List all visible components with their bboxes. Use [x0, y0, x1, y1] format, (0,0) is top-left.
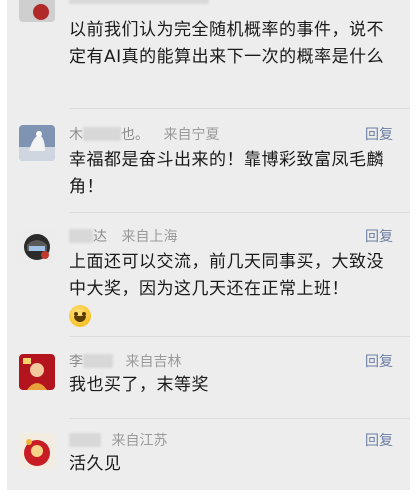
comment-text: 活久见 — [69, 454, 122, 474]
grin-emoji-icon — [69, 305, 91, 327]
location-label: 来自上海 — [121, 229, 178, 245]
comment-meta — [69, 0, 399, 8]
avatar[interactable] — [19, 433, 55, 469]
comment-meta: 达 来自上海 回复 24 — [69, 227, 399, 247]
username[interactable]: 木 — [69, 127, 83, 143]
username-suffix: 也。 — [121, 127, 149, 143]
reply-button[interactable]: 回复 — [365, 352, 393, 372]
divider — [69, 336, 410, 337]
location-label: 来自宁夏 — [163, 127, 220, 143]
avatar[interactable] — [19, 125, 55, 161]
comment-text: 以前我们认为完全随机概率的事件，说不定有AI真的能算出来下一次的概率是什么 — [69, 20, 385, 67]
username[interactable]: 李 — [69, 354, 83, 370]
divider — [69, 108, 410, 109]
comment-text: 幸福都是奋斗出来的！靠博彩致富凤毛麟角！ — [69, 150, 384, 197]
avatar[interactable] — [19, 354, 55, 390]
comment-meta: 木也。 来自宁夏 回复 42 — [69, 125, 399, 145]
location-label: 来自江苏 — [111, 433, 168, 449]
username-suffix[interactable]: 达 — [93, 229, 107, 245]
avatar[interactable] — [19, 229, 55, 265]
reply-button[interactable]: 回复 — [365, 431, 393, 451]
divider — [69, 212, 410, 213]
reply-button[interactable]: 回复 — [365, 227, 393, 247]
comment-text-body: 上面还可以交流，前几天同事买，大致没中大奖，因为这几天还在正常上班！ — [69, 252, 384, 299]
comment-meta: 来自江苏 回复 13 — [69, 431, 399, 451]
comment-text: 我也买了，末等奖 — [69, 375, 209, 395]
comment-list: 以前我们认为完全随机概率的事件，说不定有AI真的能算出来下一次的概率是什么 木 也… — [7, 0, 410, 490]
avatar[interactable] — [19, 0, 55, 22]
reply-button[interactable]: 回复 — [365, 125, 393, 145]
comment-meta: 李 来自吉林 回复 21 — [69, 352, 399, 372]
comment-text: 上面还可以交流，前几天同事买，大致没中大奖，因为这几天还在正常上班！ — [69, 249, 397, 330]
location-label: 来自吉林 — [125, 354, 182, 370]
divider — [69, 418, 410, 419]
